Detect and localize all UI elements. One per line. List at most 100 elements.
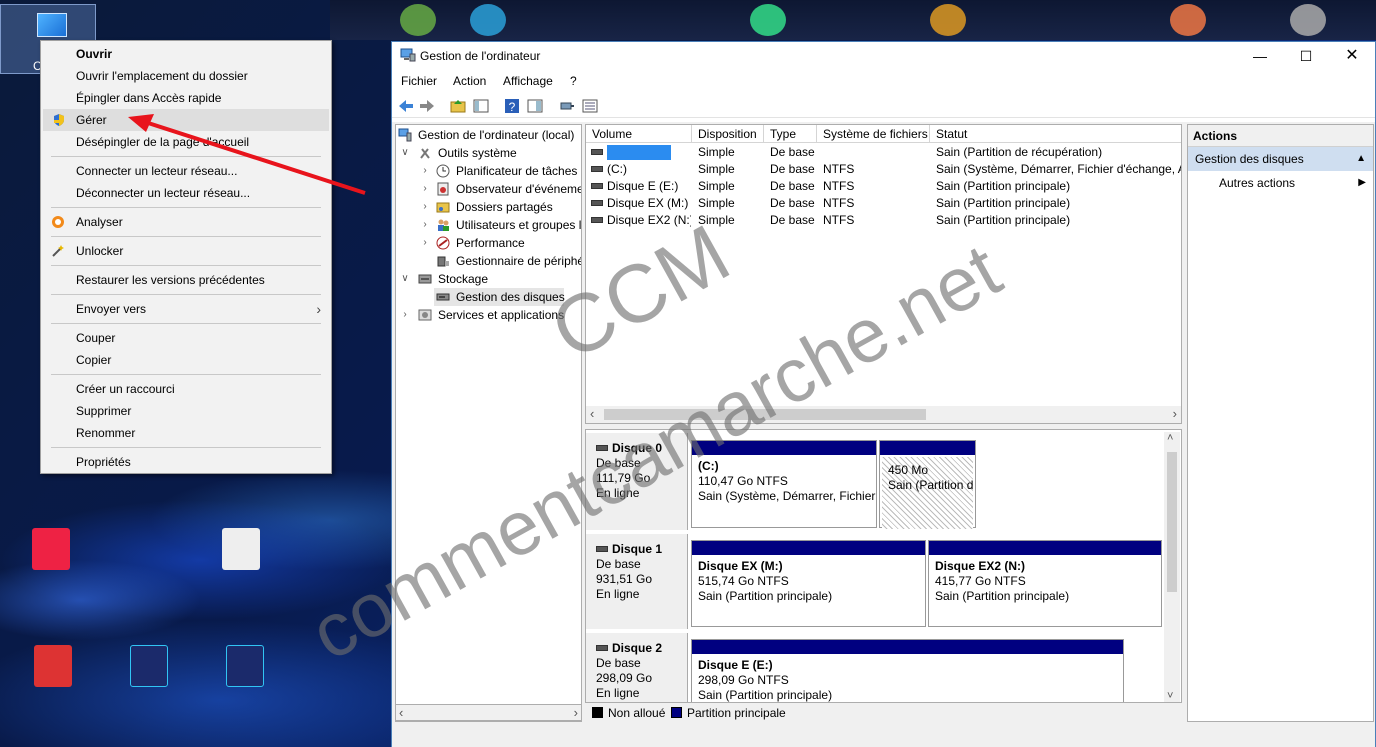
forward-arrow-icon[interactable]	[418, 97, 436, 115]
menu-item-copy[interactable]: Copier	[41, 349, 331, 371]
tree-item-device-manager[interactable]: Gestionnaire de périphé	[398, 252, 582, 270]
disk-graphical-view[interactable]: Disque 0 De base 111,79 Go En ligne (C:)…	[585, 429, 1182, 703]
menu-item-analyze[interactable]: Analyser	[41, 211, 331, 233]
connect-icon[interactable]	[558, 97, 576, 115]
menu-item-properties[interactable]: Propriétés	[41, 451, 331, 473]
fs-cell: NTFS	[823, 213, 855, 227]
tree-label: Gestionnaire de périphé	[456, 254, 582, 268]
menu-item-unpin-start[interactable]: Désépingler de la page d'accueil	[41, 131, 331, 153]
chevron-right-icon[interactable]: ›	[420, 180, 430, 198]
scroll-left-icon[interactable]: ‹	[590, 406, 594, 421]
volume-cell[interactable]	[591, 144, 691, 161]
menu-item-create-shortcut[interactable]: Créer un raccourci	[41, 378, 331, 400]
volume-list[interactable]: Volume Disposition Type Système de fichi…	[585, 124, 1182, 424]
photoshop-file-icon[interactable]	[130, 645, 168, 687]
chevron-right-icon[interactable]: ›	[420, 198, 430, 216]
disk-2-label[interactable]: Disque 2 De base 298,09 Go En ligne	[586, 633, 688, 702]
tree-item-event-viewer[interactable]: › Observateur d'événeme	[398, 180, 581, 198]
chevron-down-icon[interactable]: ∨	[400, 270, 410, 288]
partition-recovery[interactable]: 450 Mo Sain (Partition d	[879, 440, 976, 529]
back-arrow-icon[interactable]	[397, 97, 415, 115]
show-hide-tree-icon[interactable]	[472, 97, 490, 115]
type-cell: De base	[770, 213, 815, 227]
menu-action[interactable]: Action	[453, 74, 486, 88]
partition-m[interactable]: Disque EX (M:) 515,74 Go NTFS Sain (Part…	[691, 540, 926, 627]
app-icon	[930, 4, 966, 36]
volume-list-horizontal-scrollbar[interactable]: ‹ ›	[586, 406, 1181, 423]
tree-item-task-scheduler[interactable]: › Planificateur de tâches	[398, 162, 581, 180]
collapse-up-icon[interactable]: ▲	[1356, 147, 1366, 171]
disk-1-label[interactable]: Disque 1 De base 931,51 Go En ligne	[586, 534, 688, 629]
disk-view-vertical-scrollbar[interactable]: ˄ ˅	[1164, 432, 1180, 702]
menu-item-open-location[interactable]: Ouvrir l'emplacement du dossier	[41, 65, 331, 87]
column-header-filesystem[interactable]: Système de fichiers	[817, 125, 930, 143]
column-header-layout[interactable]: Disposition	[692, 125, 764, 143]
partition-c[interactable]: (C:) 110,47 Go NTFS Sain (Système, Démar…	[691, 440, 877, 528]
tree-item-disk-management[interactable]: Gestion des disques	[434, 288, 565, 306]
menu-affichage[interactable]: Affichage	[503, 74, 553, 88]
menu-item-pin-quick-access[interactable]: Épingler dans Accès rapide	[41, 87, 331, 109]
menu-item-rename[interactable]: Renommer	[41, 422, 331, 444]
menu-item-manage[interactable]: Gérer	[43, 109, 329, 131]
volume-cell[interactable]: Disque E (E:)	[591, 178, 691, 195]
scrollbar-thumb[interactable]	[604, 409, 926, 420]
scroll-right-icon[interactable]: ›	[1173, 406, 1177, 421]
console-tree[interactable]: Gestion de l'ordinateur (local) ∨ Outils…	[395, 124, 582, 722]
desktop-file-icon[interactable]	[32, 528, 70, 570]
tree-item-storage[interactable]: ∨ Stockage	[398, 270, 581, 288]
more-actions-item[interactable]: Autres actions ▶	[1188, 171, 1373, 195]
scrollbar-thumb[interactable]	[1167, 452, 1177, 592]
partition-n[interactable]: Disque EX2 (N:) 415,77 Go NTFS Sain (Par…	[928, 540, 1162, 627]
chevron-right-icon[interactable]: ›	[420, 162, 430, 180]
volume-cell[interactable]: Disque EX (M:)	[591, 195, 691, 212]
minimize-button[interactable]: —	[1237, 42, 1283, 70]
scroll-right-icon[interactable]: ›	[574, 705, 578, 720]
column-header-status[interactable]: Statut	[930, 125, 1181, 143]
volume-cell[interactable]: (C:)	[591, 161, 691, 178]
menu-item-send-to[interactable]: Envoyer vers ›	[41, 298, 331, 320]
scroll-left-icon[interactable]: ‹	[399, 705, 403, 720]
disk-size: 298,09 Go	[596, 671, 653, 685]
layout-cell: Simple	[698, 196, 735, 210]
menu-item-cut[interactable]: Couper	[41, 327, 331, 349]
menu-item-disconnect-network-drive[interactable]: Déconnecter un lecteur réseau...	[41, 182, 331, 204]
scroll-down-icon[interactable]: ˅	[1167, 690, 1173, 702]
help-icon[interactable]: ?	[503, 97, 521, 115]
chevron-right-icon[interactable]: ›	[420, 234, 430, 252]
title-bar[interactable]: Gestion de l'ordinateur — ☐ ✕	[392, 42, 1375, 70]
list-view-icon[interactable]	[581, 97, 599, 115]
column-header-type[interactable]: Type	[764, 125, 817, 143]
actions-section-disk-management[interactable]: Gestion des disques ▲	[1188, 147, 1373, 171]
desktop-file-icon[interactable]	[222, 528, 260, 570]
tree-item-shared-folders[interactable]: › Dossiers partagés	[398, 198, 581, 216]
properties-icon[interactable]	[526, 97, 544, 115]
up-folder-icon[interactable]	[449, 97, 467, 115]
menu-item-delete[interactable]: Supprimer	[41, 400, 331, 422]
menu-item-restore-versions[interactable]: Restaurer les versions précédentes	[41, 269, 331, 291]
volume-cell[interactable]: Disque EX2 (N:)	[591, 212, 691, 229]
disk-0-label[interactable]: Disque 0 De base 111,79 Go En ligne	[586, 433, 688, 530]
menu-help[interactable]: ?	[570, 74, 577, 88]
tree-item-performance[interactable]: › Performance	[398, 234, 581, 252]
partition-e[interactable]: Disque E (E:) 298,09 Go NTFS Sain (Parti…	[691, 639, 1124, 702]
menu-fichier[interactable]: Fichier	[401, 74, 437, 88]
disk-kind: De base	[596, 456, 641, 470]
scroll-up-icon[interactable]: ˄	[1167, 432, 1173, 444]
menu-item-open[interactable]: Ouvrir	[41, 43, 331, 65]
photoshop-file-icon[interactable]	[226, 645, 264, 687]
maximize-button[interactable]: ☐	[1283, 42, 1329, 70]
background-app-strip	[330, 0, 1376, 40]
tree-item-users-groups[interactable]: › Utilisateurs et groupes l	[398, 216, 581, 234]
tree-item-services-apps[interactable]: › Services et applications	[398, 306, 581, 324]
menu-item-unlocker[interactable]: Unlocker	[41, 240, 331, 262]
close-button[interactable]: ✕	[1329, 42, 1375, 70]
menu-bar: Fichier Action Affichage ?	[392, 70, 1375, 92]
chevron-right-icon[interactable]: ›	[400, 306, 410, 324]
menu-item-map-network-drive[interactable]: Connecter un lecteur réseau...	[41, 160, 331, 182]
column-header-volume[interactable]: Volume	[586, 125, 692, 143]
chevron-right-icon[interactable]: ›	[420, 216, 430, 234]
tree-item-system-tools[interactable]: ∨ Outils système	[398, 144, 581, 162]
desktop-file-icon[interactable]	[34, 645, 72, 687]
tree-horizontal-scrollbar[interactable]: ‹ ›	[395, 704, 582, 721]
chevron-down-icon[interactable]: ∨	[400, 144, 410, 162]
